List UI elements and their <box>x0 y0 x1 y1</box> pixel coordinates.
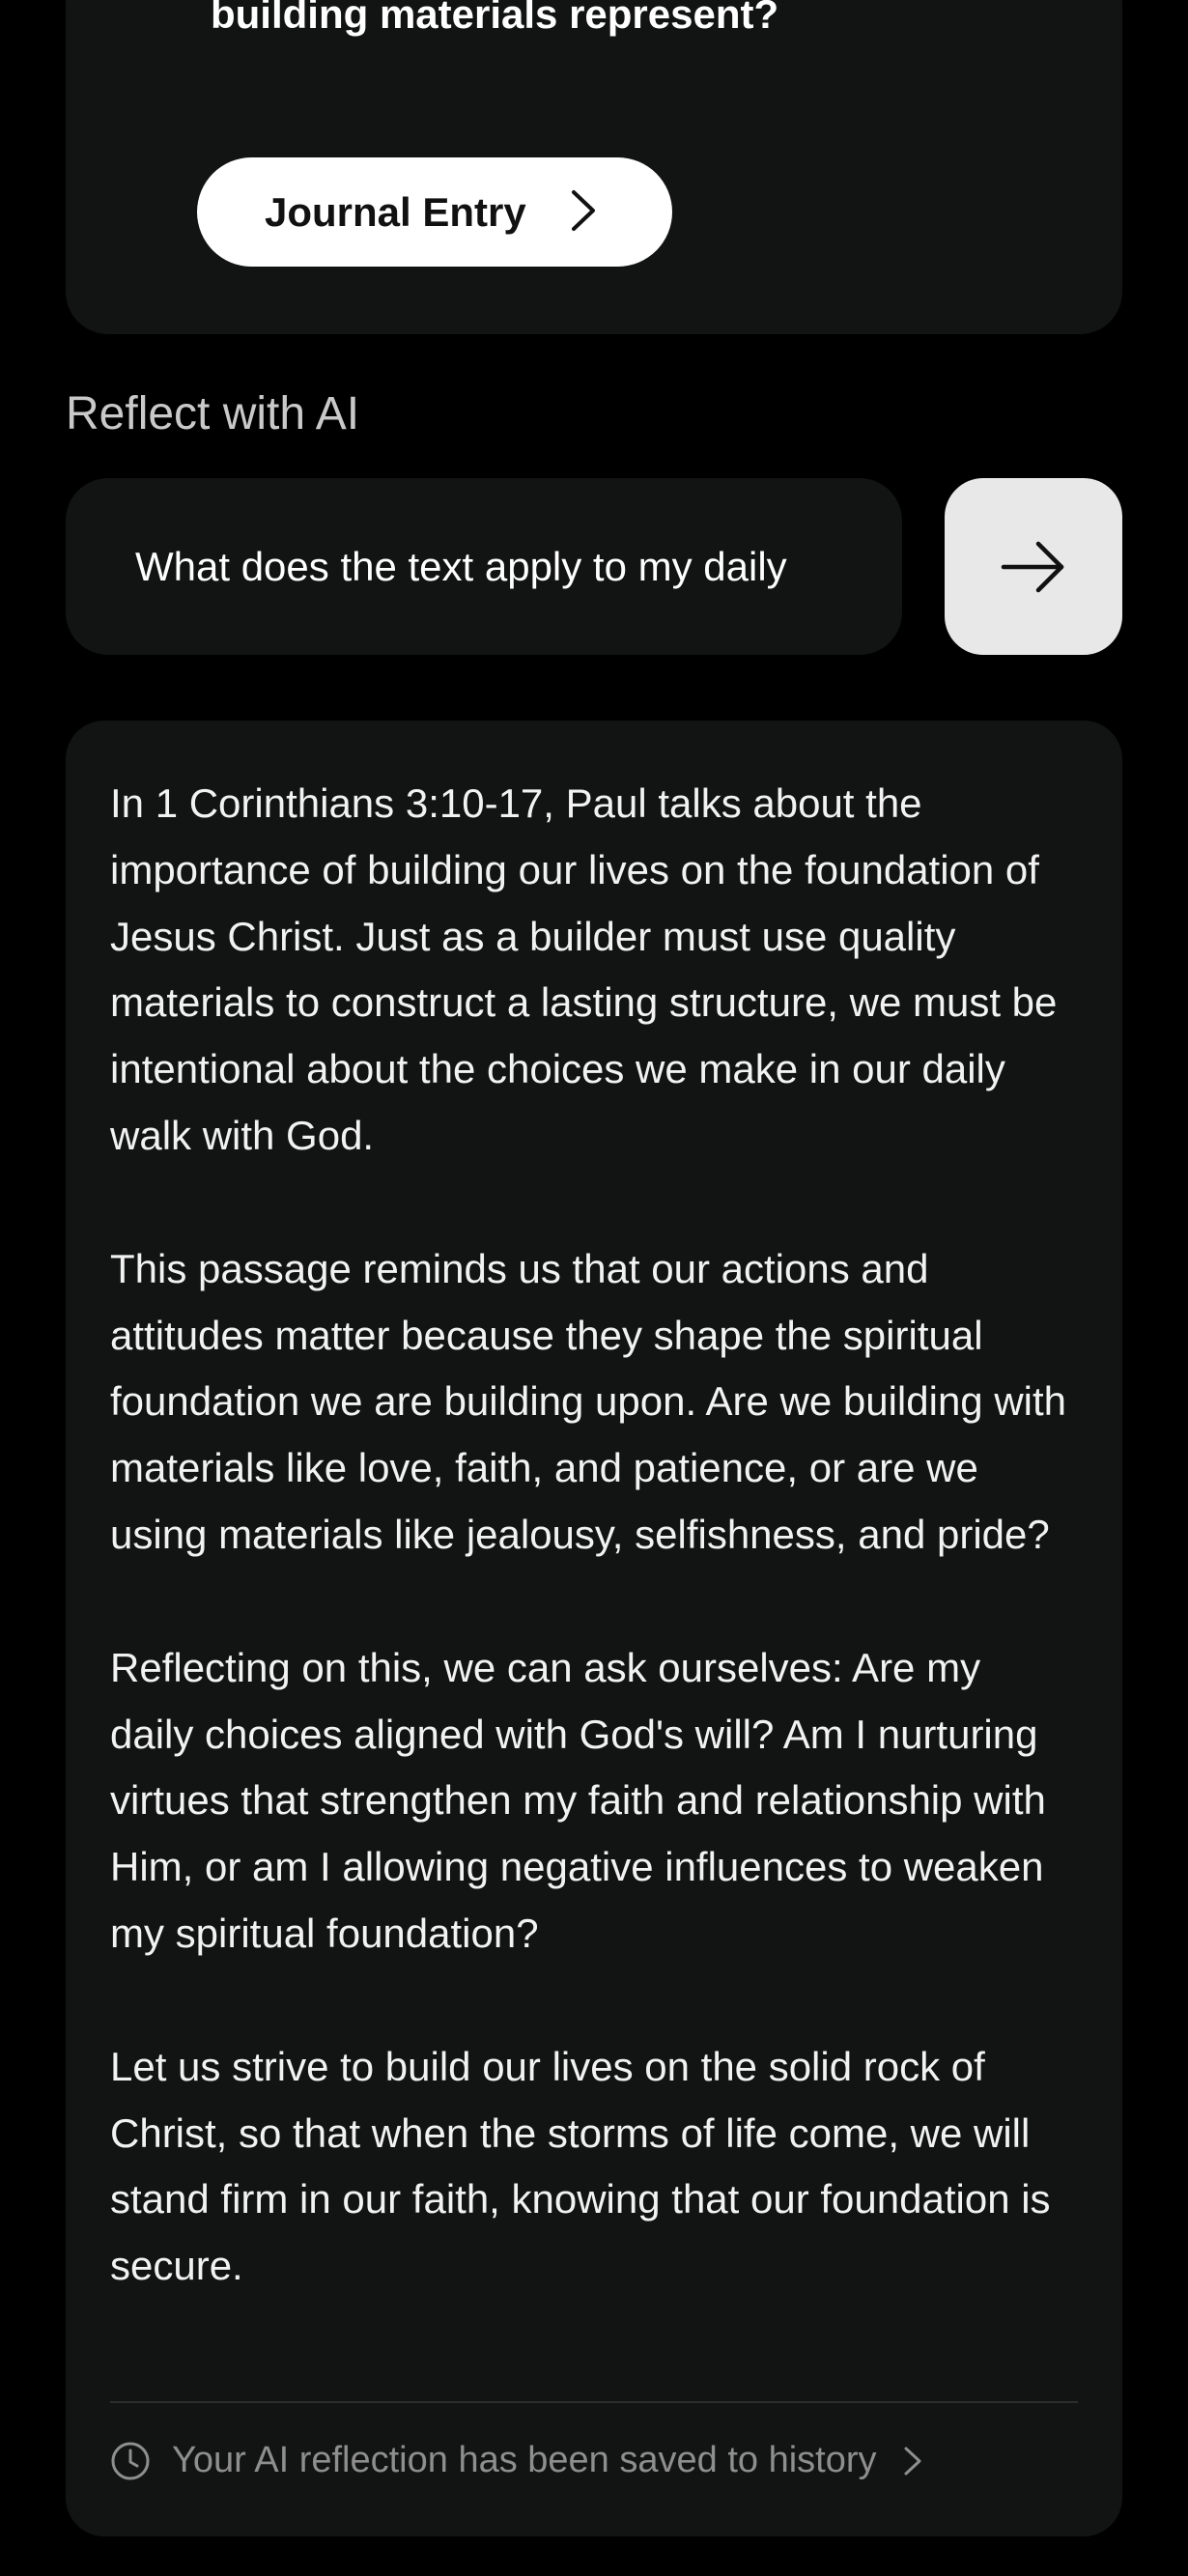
reflection-paragraph: This passage reminds us that our actions… <box>110 1245 1067 1557</box>
send-button[interactable] <box>945 478 1122 655</box>
saved-notice-text: Your AI reflection has been saved to his… <box>172 2440 877 2480</box>
chevron-right-icon <box>904 2447 920 2475</box>
reflection-paragraph: In 1 Corinthians 3:10-17, Paul talks abo… <box>110 780 1058 1158</box>
clock-icon <box>111 2442 150 2479</box>
divider <box>110 2401 1078 2403</box>
journal-entry-label: Journal Entry <box>265 188 526 235</box>
saved-to-history-link[interactable]: Your AI reflection has been saved to his… <box>110 2440 923 2481</box>
chevron-right-icon <box>572 190 595 231</box>
reflection-paragraph: Let us strive to build our lives on the … <box>110 2043 1051 2289</box>
reflect-question-field[interactable] <box>66 478 902 655</box>
journal-prompt-card: building materials represent? Journal En… <box>66 0 1122 334</box>
reflection-paragraph: Reflecting on this, we can ask ourselves… <box>110 1644 1046 1956</box>
ai-reflection-card: In 1 Corinthians 3:10-17, Paul talks abo… <box>66 721 1122 2536</box>
arrow-right-icon <box>1001 541 1064 592</box>
journal-entry-button[interactable]: Journal Entry <box>197 157 672 267</box>
reflect-question-input[interactable] <box>133 542 834 591</box>
journal-question-text: building materials represent? <box>211 0 779 37</box>
reflect-section-title: Reflect with AI <box>66 388 360 439</box>
